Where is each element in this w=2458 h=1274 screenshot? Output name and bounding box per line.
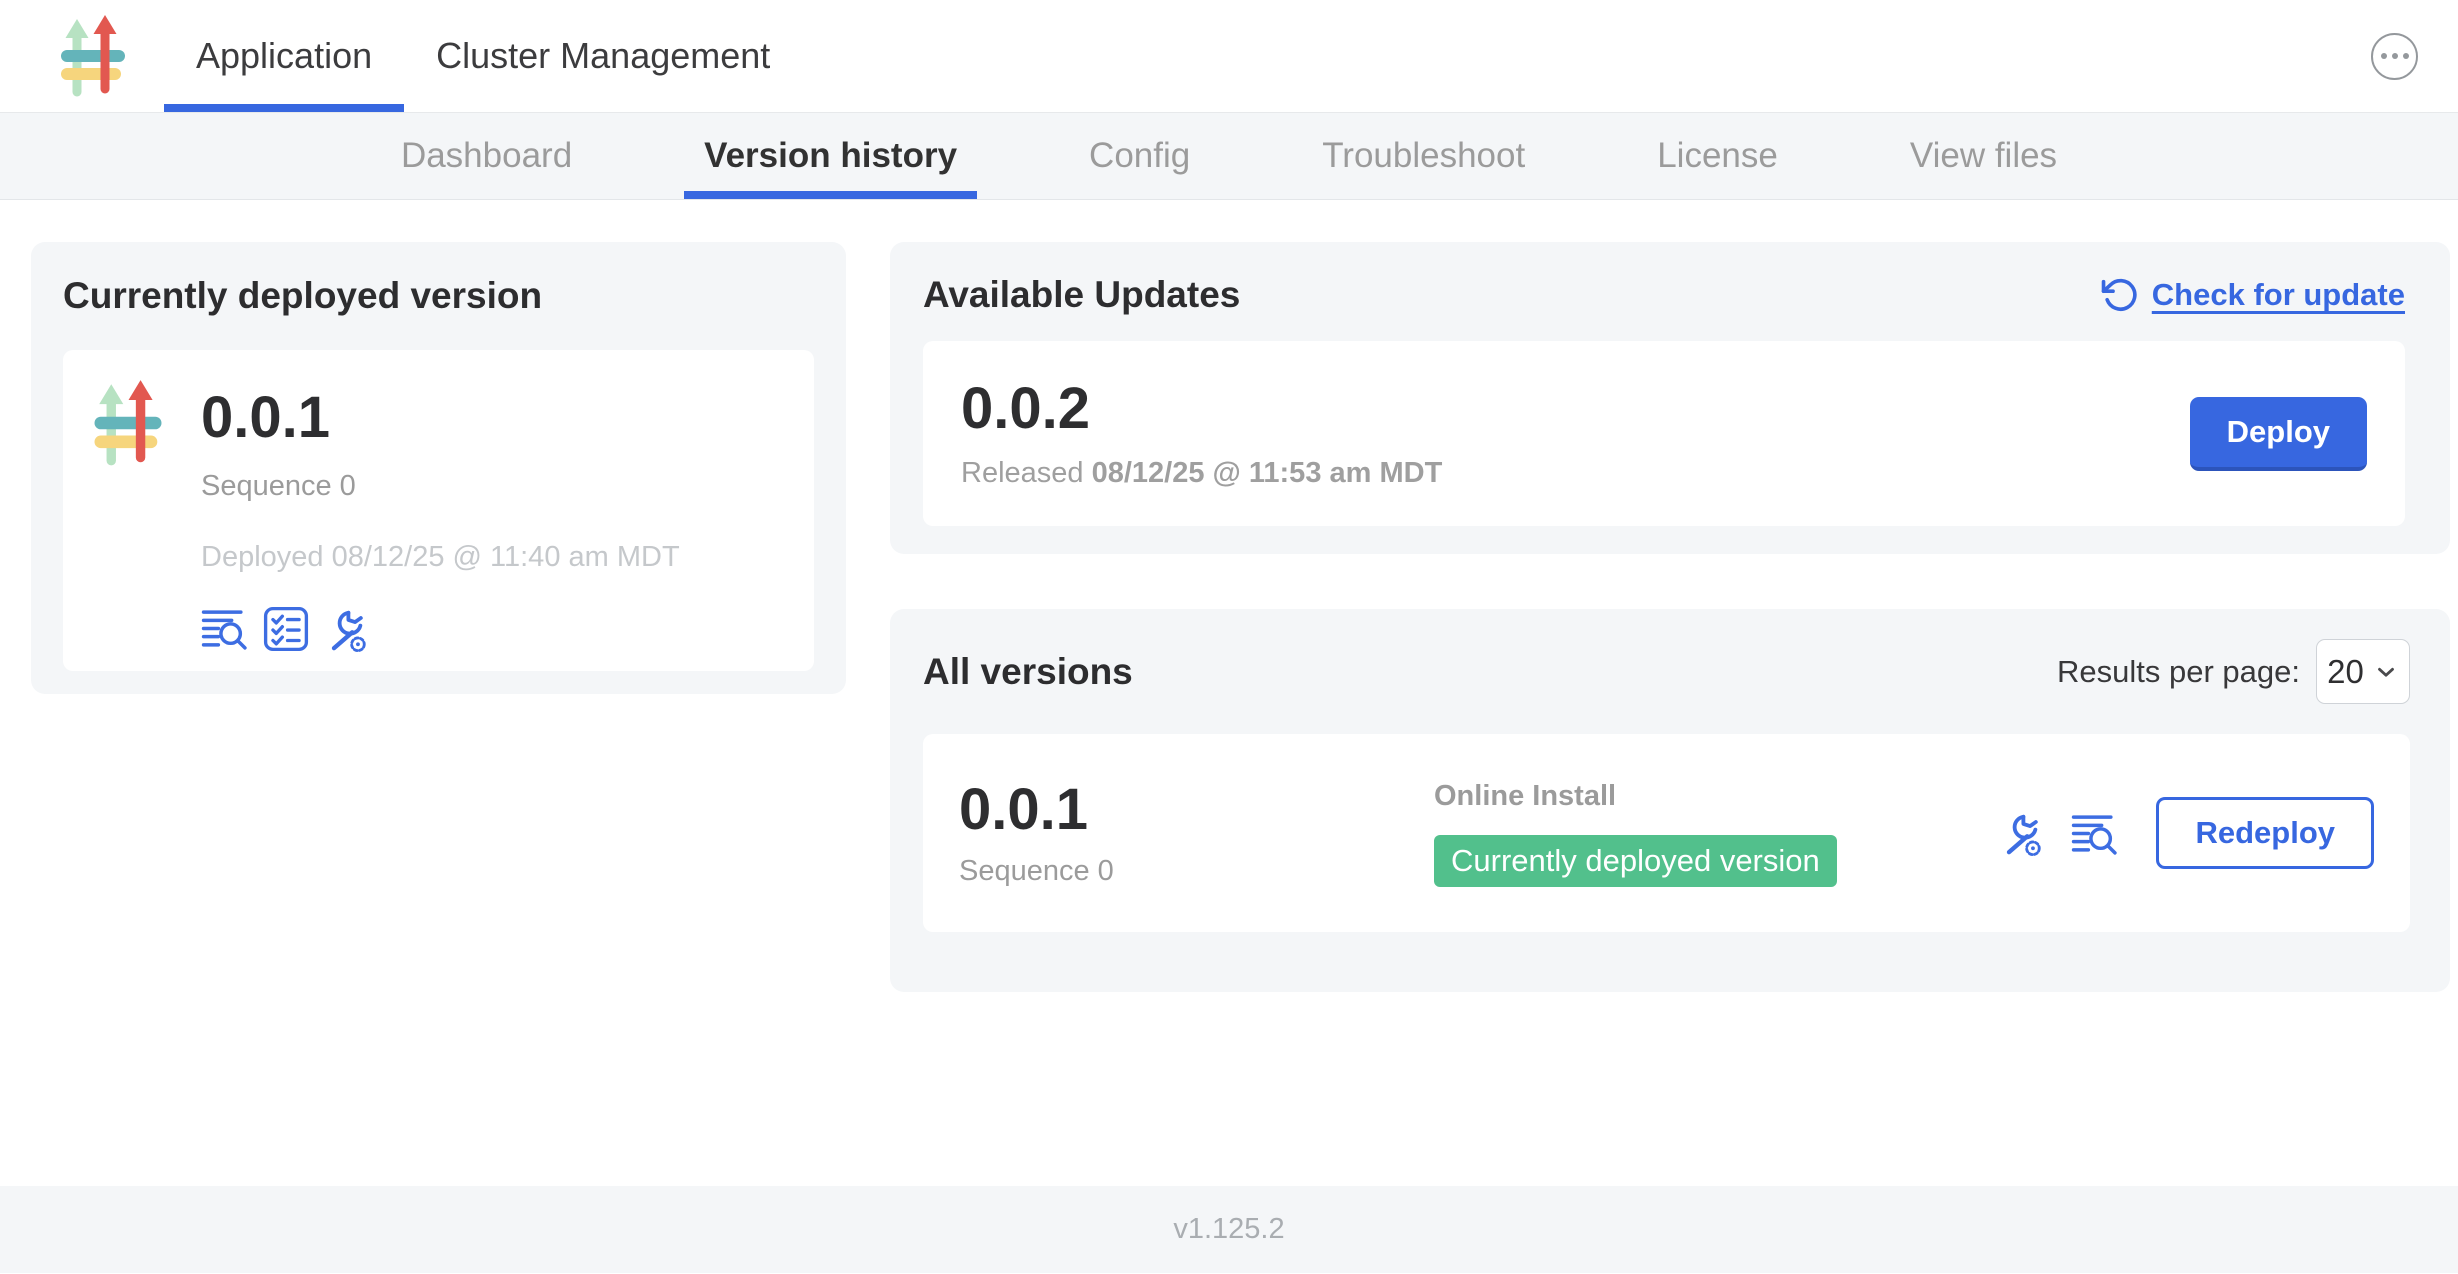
all-versions-title: All versions [923,651,1133,693]
deployed-timestamp: Deployed 08/12/25 @ 11:40 am MDT [201,541,680,574]
deployed-version-detail: 0.0.1 Sequence 0 Deployed 08/12/25 @ 11:… [63,350,814,671]
results-per-page-select[interactable]: 20 [2316,639,2410,704]
row-sequence: Sequence 0 [959,855,1434,888]
results-per-page-label: Results per page: [2057,654,2300,690]
subnav-config[interactable]: Config [1069,113,1210,199]
app-logo-icon [91,378,165,468]
subnav-version-history[interactable]: Version history [684,113,977,199]
app-logo-icon [60,13,126,99]
subnav-troubleshoot[interactable]: Troubleshoot [1302,113,1545,199]
tab-cluster-management[interactable]: Cluster Management [404,0,802,112]
console-version: v1.125.2 [1173,1213,1284,1246]
row-version-number: 0.0.1 [959,778,1434,842]
preflight-checks-icon[interactable] [263,606,309,652]
deploy-button[interactable]: Deploy [2190,397,2367,471]
top-tabs: Application Cluster Management [164,0,802,112]
redeploy-button[interactable]: Redeploy [2156,797,2374,869]
results-per-page-value: 20 [2327,653,2364,691]
config-icon[interactable] [324,606,368,652]
release-notes-icon[interactable] [201,607,248,650]
chevron-down-icon [2373,659,2399,685]
currently-deployed-badge: Currently deployed version [1434,835,1837,887]
app-header: Application Cluster Management [0,0,2458,113]
currently-deployed-card: Currently deployed version 0.0.1 Sequenc… [31,242,846,694]
ellipsis-icon [2381,53,2387,59]
update-version-number: 0.0.2 [961,377,1442,441]
overflow-menu-button[interactable] [2371,33,2418,80]
available-updates-card: Available Updates Check for update 0.0.2… [890,242,2450,554]
tab-application-label: Application [196,35,372,77]
available-update-row: 0.0.2 Released 08/12/25 @ 11:53 am MDT D… [923,341,2405,526]
deployed-sequence: Sequence 0 [201,470,680,503]
check-for-update-link[interactable]: Check for update [2101,276,2405,314]
app-subnav: Dashboard Version history Config Trouble… [0,113,2458,200]
tab-application[interactable]: Application [164,0,404,112]
subnav-dashboard[interactable]: Dashboard [381,113,592,199]
deployed-version-number: 0.0.1 [201,386,680,450]
available-updates-title: Available Updates [923,274,1240,316]
deployed-actions [201,606,680,652]
currently-deployed-title: Currently deployed version [63,275,814,317]
subnav-view-files[interactable]: View files [1890,113,2077,199]
version-row: 0.0.1 Sequence 0 Online Install Currentl… [923,734,2410,932]
tab-cluster-management-label: Cluster Management [436,35,770,77]
update-released-timestamp: Released 08/12/25 @ 11:53 am MDT [961,457,1442,490]
row-install-type: Online Install [1434,780,1999,813]
rotate-ccw-icon [2101,276,2139,314]
main-content: Currently deployed version 0.0.1 Sequenc… [0,200,2458,1186]
release-notes-icon[interactable] [2071,812,2118,855]
config-icon[interactable] [1999,810,2043,856]
app-footer: v1.125.2 [0,1186,2458,1273]
subnav-license[interactable]: License [1637,113,1798,199]
all-versions-card: All versions Results per page: 20 0.0.1 … [890,609,2450,992]
